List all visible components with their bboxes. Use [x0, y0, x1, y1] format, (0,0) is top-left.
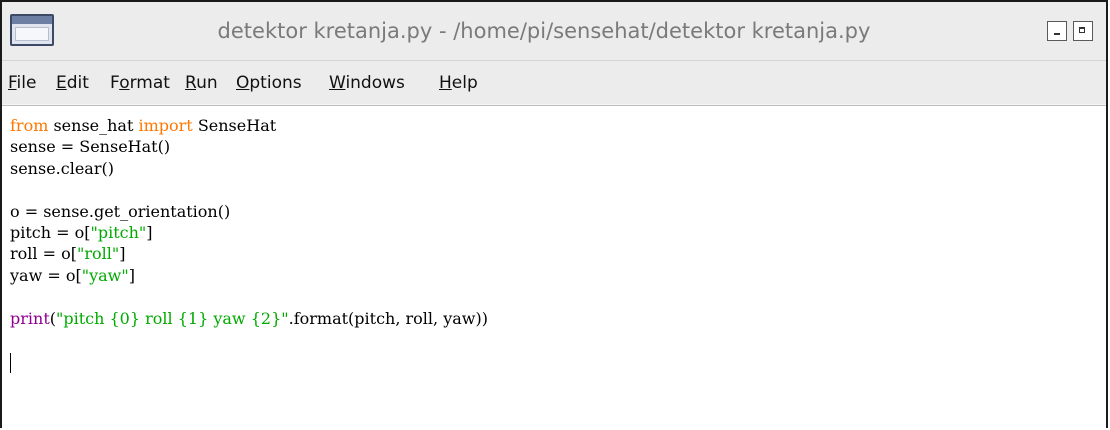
code-token-str: "yaw": [81, 265, 129, 285]
menu-format-mnemonic: o: [119, 73, 130, 93]
menu-format-prefix: F: [110, 73, 120, 93]
code-token: .format(pitch, roll, yaw)): [288, 308, 488, 328]
menu-edit-mnemonic: E: [56, 73, 67, 93]
code-token: ]: [119, 244, 126, 264]
code-token: sense_hat: [48, 116, 139, 135]
menu-windows-mnemonic: W: [329, 73, 346, 93]
code-token-kw: import: [138, 116, 193, 135]
code-line[interactable]: o = sense.get_orientation(): [10, 201, 488, 222]
code-token: sense.clear(): [10, 158, 114, 178]
menu-format[interactable]: Format: [110, 61, 170, 105]
code-line[interactable]: pitch = o["pitch"]: [10, 222, 488, 243]
idle-editor-window: detektor kretanja.py - /home/pi/sensehat…: [0, 0, 1108, 430]
code-token-bi: print: [10, 308, 50, 328]
idle-window-icon[interactable]: [10, 14, 54, 46]
code-token-kw: from: [10, 116, 49, 135]
icon-body: [15, 27, 49, 41]
menu-windows[interactable]: Windows: [329, 61, 405, 105]
code-token-str: "roll": [76, 244, 120, 264]
menu-file-label: ile: [16, 73, 37, 93]
menu-options[interactable]: Options: [236, 61, 302, 105]
menu-run-label: un: [196, 73, 218, 93]
text-cursor: [10, 353, 11, 373]
menu-bar: File Edit Format Run Options Windows Hel…: [2, 61, 1106, 106]
code-editor[interactable]: from sense_hat import SenseHat sense = Se…: [2, 106, 1106, 430]
menu-edit[interactable]: Edit: [56, 61, 89, 105]
code-line[interactable]: sense = SenseHat(): [10, 136, 488, 157]
icon-bar: [12, 16, 52, 24]
menu-format-label: rmat: [129, 73, 170, 93]
code-line[interactable]: sense.clear(): [10, 158, 488, 179]
title-bar[interactable]: detektor kretanja.py - /home/pi/sensehat…: [2, 2, 1106, 61]
menu-windows-label: indows: [345, 73, 405, 93]
code-token: sense = SenseHat(): [10, 137, 171, 157]
menu-run[interactable]: Run: [185, 61, 218, 105]
menu-help-label: elp: [451, 73, 478, 93]
menu-file[interactable]: File: [8, 61, 36, 105]
menu-run-mnemonic: R: [185, 73, 197, 93]
code-line[interactable]: from sense_hat import SenseHat: [10, 115, 488, 136]
code-token: yaw = o[: [10, 265, 82, 285]
code-token: ]: [128, 265, 135, 285]
maximize-icon[interactable]: [1073, 21, 1093, 41]
code-token: ]: [146, 222, 153, 242]
menu-file-mnemonic: F: [8, 73, 17, 93]
code-line[interactable]: ​: [10, 179, 488, 200]
code-token: pitch = o[: [10, 222, 91, 242]
menu-options-mnemonic: O: [236, 73, 250, 93]
code-line[interactable]: roll = o["roll"]: [10, 243, 488, 264]
code-line[interactable]: ​: [10, 286, 488, 307]
menu-options-label: ptions: [249, 73, 302, 93]
menu-help-mnemonic: H: [439, 73, 452, 93]
code-text[interactable]: from sense_hat import SenseHat sense = Se…: [10, 115, 488, 329]
code-token: o = sense.get_orientation(): [10, 201, 231, 221]
code-token-str: "pitch {0} roll {1} yaw {2}": [56, 308, 289, 328]
menu-help[interactable]: Help: [439, 61, 478, 105]
code-line[interactable]: yaw = o["yaw"]: [10, 265, 488, 286]
code-line[interactable]: print("pitch {0} roll {1} yaw {2}".forma…: [10, 308, 488, 329]
code-token-str: "pitch": [90, 222, 147, 242]
code-token: roll = o[: [10, 244, 77, 264]
menu-edit-label: dit: [66, 73, 89, 93]
window-title: detektor kretanja.py - /home/pi/sensehat…: [217, 19, 871, 43]
minimize-icon[interactable]: [1047, 21, 1067, 41]
code-token: SenseHat: [192, 116, 277, 135]
